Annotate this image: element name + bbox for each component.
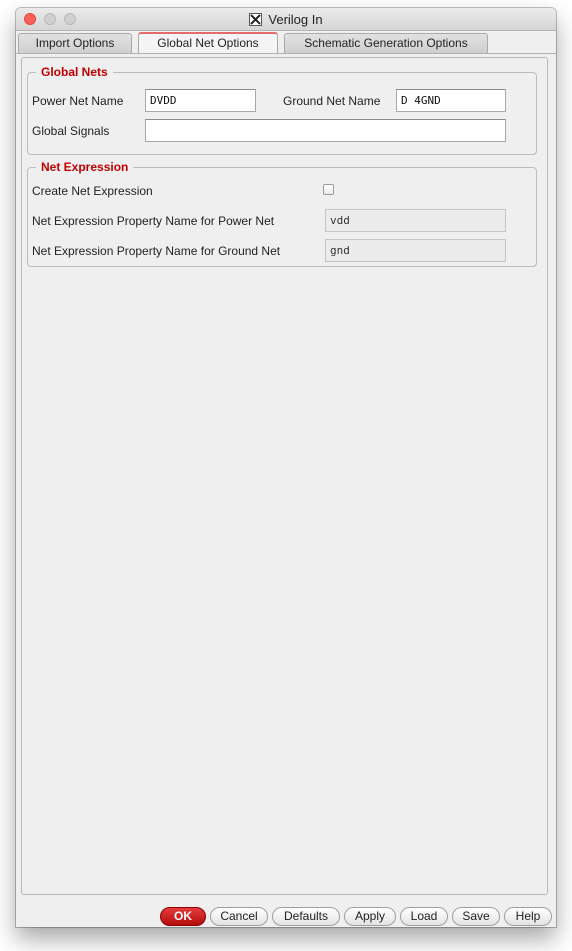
net-expression-group: Net Expression Create Net Expression Net…	[27, 160, 537, 267]
create-net-expression-checkbox[interactable]	[323, 184, 334, 195]
global-signals-input[interactable]	[145, 119, 506, 142]
ok-button[interactable]: OK	[160, 907, 206, 926]
power-net-name-input[interactable]: DVDD	[145, 89, 256, 112]
help-button[interactable]: Help	[504, 907, 552, 926]
global-net-options-panel: Global Nets Power Net Name DVDD Ground N…	[21, 57, 548, 895]
apply-button[interactable]: Apply	[344, 907, 396, 926]
create-net-expression-label: Create Net Expression	[32, 184, 153, 198]
x11-app-icon	[249, 12, 263, 26]
power-net-property-input[interactable]: vdd	[325, 209, 506, 232]
global-signals-label: Global Signals	[32, 124, 110, 138]
tab-import-options[interactable]: Import Options	[18, 33, 132, 53]
power-net-property-label: Net Expression Property Name for Power N…	[32, 214, 275, 228]
tab-global-net-options[interactable]: Global Net Options	[138, 32, 278, 54]
verilog-in-dialog: Verilog In Import Options Global Net Opt…	[16, 8, 556, 927]
ground-net-property-label: Net Expression Property Name for Ground …	[32, 244, 281, 258]
power-net-name-label: Power Net Name	[32, 94, 124, 108]
ground-net-name-input[interactable]: D 4GND	[396, 89, 506, 112]
tab-content: Global Nets Power Net Name DVDD Ground N…	[16, 53, 556, 927]
net-expression-title: Net Expression	[36, 160, 134, 174]
load-button[interactable]: Load	[400, 907, 448, 926]
tab-schematic-generation-options[interactable]: Schematic Generation Options	[284, 33, 488, 53]
defaults-button[interactable]: Defaults	[272, 907, 340, 926]
cancel-button[interactable]: Cancel	[210, 907, 268, 926]
window-title: Verilog In	[268, 11, 323, 27]
global-nets-title: Global Nets	[36, 65, 113, 79]
global-nets-group: Global Nets Power Net Name DVDD Ground N…	[27, 65, 537, 155]
title-bar: Verilog In	[16, 8, 556, 31]
ground-net-name-label: Ground Net Name	[283, 94, 381, 108]
ground-net-property-input[interactable]: gnd	[325, 239, 506, 262]
save-button[interactable]: Save	[452, 907, 500, 926]
